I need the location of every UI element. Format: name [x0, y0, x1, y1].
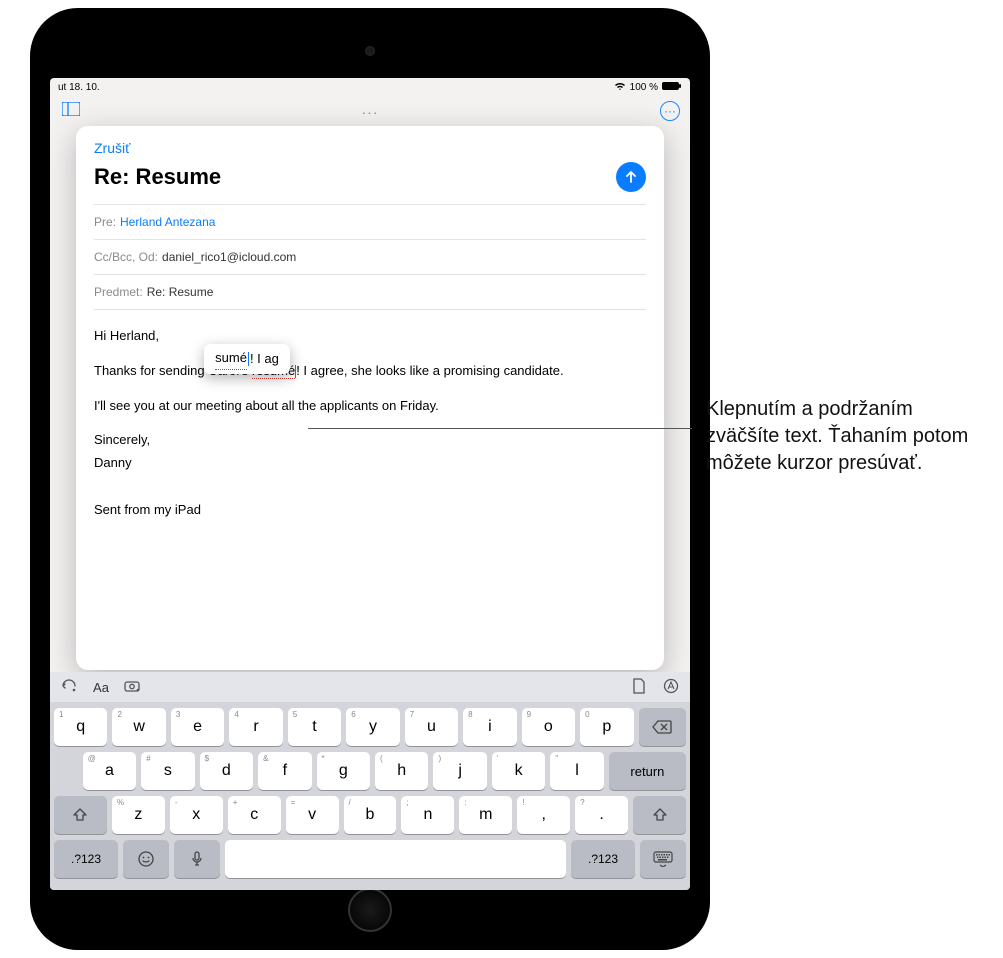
- wifi-icon: [614, 81, 626, 94]
- callout-leader-line: [308, 428, 692, 429]
- key-j[interactable]: )j: [433, 752, 486, 790]
- key-h[interactable]: (h: [375, 752, 428, 790]
- key-r[interactable]: 4r: [229, 708, 282, 746]
- emoji-key[interactable]: [123, 840, 169, 878]
- body-line2: I'll see you at our meeting about all th…: [94, 396, 646, 417]
- key-y[interactable]: 6y: [346, 708, 399, 746]
- email-body[interactable]: sumé! I ag Hi Herland, Thanks for sendin…: [76, 310, 664, 551]
- numbers-key[interactable]: .?123: [54, 840, 118, 878]
- battery-icon: [662, 81, 682, 94]
- keyboard-row-bottom: .?123 .?123: [54, 840, 686, 878]
- sidebar-toggle-icon[interactable]: [60, 102, 82, 121]
- key-p[interactable]: 0p: [580, 708, 633, 746]
- key-f[interactable]: &f: [258, 752, 311, 790]
- status-bar: ut 18. 10. 100 %: [50, 78, 690, 96]
- document-scan-icon[interactable]: [628, 678, 650, 697]
- undo-icon[interactable]: [58, 679, 80, 696]
- home-button[interactable]: [348, 888, 392, 932]
- key-v[interactable]: =v: [286, 796, 339, 834]
- send-button[interactable]: [616, 162, 646, 192]
- key-.[interactable]: ?.: [575, 796, 628, 834]
- shift-key-left[interactable]: [54, 796, 107, 834]
- key-m[interactable]: :m: [459, 796, 512, 834]
- key-x[interactable]: -x: [170, 796, 223, 834]
- more-button[interactable]: ···: [660, 101, 680, 121]
- body-footer: Sent from my iPad: [94, 500, 646, 521]
- hide-keyboard-key[interactable]: [640, 840, 686, 878]
- key-i[interactable]: 8i: [463, 708, 516, 746]
- key-e[interactable]: 3e: [171, 708, 224, 746]
- camera-icon: [365, 46, 375, 56]
- camera-scan-icon[interactable]: [122, 679, 144, 696]
- cursor-icon: [248, 352, 249, 366]
- key-u[interactable]: 7u: [405, 708, 458, 746]
- keyboard-toolbar: Aa: [50, 672, 690, 702]
- subject-value: Re: Resume: [147, 285, 214, 299]
- keyboard-row-3: %z-x+c=v/b;n:m!,?.: [54, 796, 686, 834]
- screen: ut 18. 10. 100 % ··· ··· Zrušiť: [50, 78, 690, 890]
- key-w[interactable]: 2w: [112, 708, 165, 746]
- key-n[interactable]: ;n: [401, 796, 454, 834]
- key-,[interactable]: !,: [517, 796, 570, 834]
- key-o[interactable]: 9o: [522, 708, 575, 746]
- key-g[interactable]: *g: [317, 752, 370, 790]
- key-q[interactable]: 1q: [54, 708, 107, 746]
- key-d[interactable]: $d: [200, 752, 253, 790]
- status-time: ut 18. 10.: [58, 82, 100, 93]
- key-b[interactable]: /b: [344, 796, 397, 834]
- battery-percent: 100 %: [630, 82, 658, 93]
- magnifier-text-right: ! I ag: [250, 349, 279, 370]
- body-line1: Thanks for sending Carol's résumé! I agr…: [94, 361, 646, 382]
- cc-field[interactable]: Cc/Bcc, Od: daniel_rico1@icloud.com: [94, 239, 646, 274]
- to-label: Pre:: [94, 215, 116, 229]
- ipad-device-frame: ut 18. 10. 100 % ··· ··· Zrušiť: [30, 8, 710, 950]
- key-a[interactable]: @a: [83, 752, 136, 790]
- spacebar-key[interactable]: [225, 840, 566, 878]
- keyboard-row-1: 1q2w3e4r5t6y7u8i9o0p: [54, 708, 686, 746]
- body-signoff1: Sincerely,: [94, 430, 646, 451]
- subject-title: Re: Resume: [94, 164, 221, 190]
- key-c[interactable]: +c: [228, 796, 281, 834]
- key-k[interactable]: 'k: [492, 752, 545, 790]
- numbers-key-right[interactable]: .?123: [571, 840, 635, 878]
- return-key[interactable]: return: [609, 752, 686, 790]
- keyboard-row-2: @a#s$d&f*g(h)j'k"lreturn: [54, 752, 686, 790]
- key-t[interactable]: 5t: [288, 708, 341, 746]
- format-aa-button[interactable]: Aa: [90, 680, 112, 695]
- keyboard: Aa 1q2w3e4r5t6y7u8i9o0p @a#s$d&f*g(h): [50, 672, 690, 890]
- cc-value: daniel_rico1@icloud.com: [162, 250, 296, 264]
- body-greeting: Hi Herland,: [94, 326, 646, 347]
- cc-label: Cc/Bcc, Od:: [94, 250, 158, 264]
- to-field[interactable]: Pre: Herland Antezana: [94, 204, 646, 239]
- drag-handle-icon: ···: [362, 104, 379, 120]
- compose-sheet: Zrušiť Re: Resume Pre: Herland Antezana …: [76, 126, 664, 670]
- key-l[interactable]: "l: [550, 752, 603, 790]
- markup-icon[interactable]: [660, 678, 682, 697]
- magnifier-text-left: sumé: [215, 348, 247, 370]
- backspace-key[interactable]: [639, 708, 687, 746]
- text-magnifier: sumé! I ag: [204, 344, 290, 374]
- body-signoff2: Danny: [94, 453, 646, 474]
- callout-text: Klepnutím a podržaním zväčšíte text. Ťah…: [706, 396, 986, 477]
- subject-field[interactable]: Predmet: Re: Resume: [94, 274, 646, 310]
- key-z[interactable]: %z: [112, 796, 165, 834]
- cancel-button[interactable]: Zrušiť: [94, 140, 646, 156]
- shift-key-right[interactable]: [633, 796, 686, 834]
- dictation-key[interactable]: [174, 840, 220, 878]
- subject-label: Predmet:: [94, 285, 143, 299]
- key-s[interactable]: #s: [141, 752, 194, 790]
- to-value: Herland Antezana: [120, 215, 215, 229]
